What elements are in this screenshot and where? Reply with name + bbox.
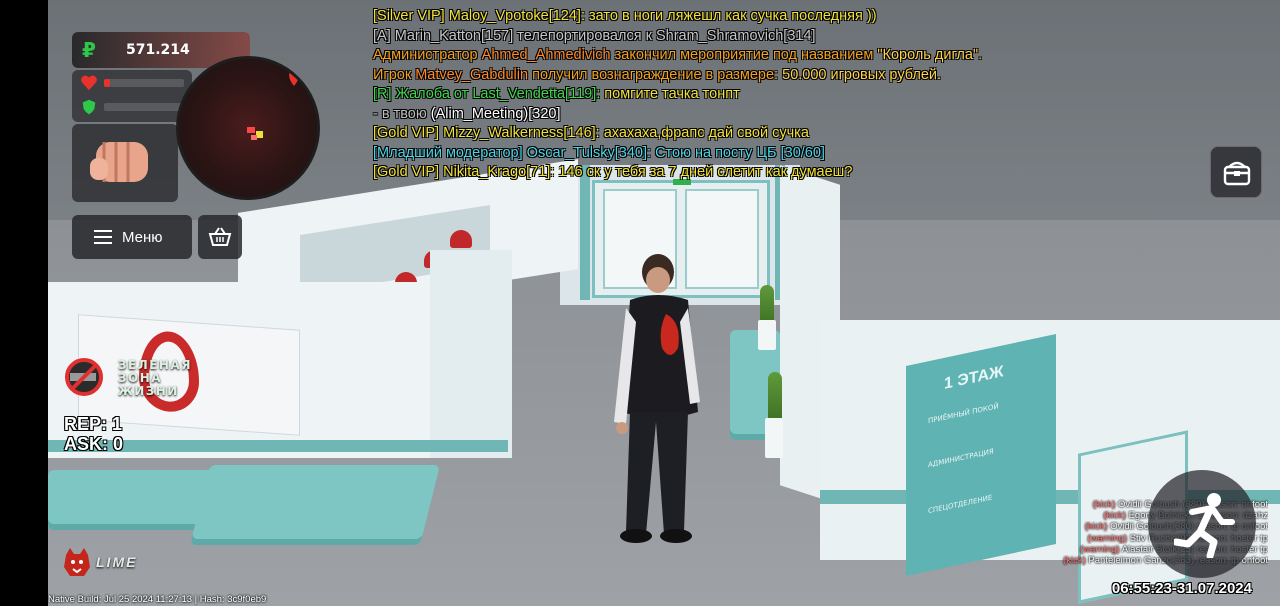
shop-button[interactable] bbox=[198, 215, 242, 259]
no-weapons-icon bbox=[65, 358, 103, 396]
ask-counter: ASK: 0 bbox=[64, 434, 124, 454]
heart-icon bbox=[81, 75, 97, 91]
green-zone-text: ЗЕЛЕНАЯ ЗОНА ЖИЗНИ bbox=[118, 358, 192, 398]
kick-log-tag: (kick) bbox=[1063, 554, 1086, 566]
money-value: 571.214 bbox=[126, 42, 190, 58]
chat-line: [R] Жалоба от Last_Vendetta[119]: помгит… bbox=[373, 85, 1173, 105]
shield-icon bbox=[82, 99, 96, 115]
kick-log-tag: (warning) bbox=[1087, 532, 1128, 544]
chat-line: [Младший модератор] Oscar_Tulsky[340]: С… bbox=[373, 144, 1173, 164]
chat-line: [Gold VIP] Mizzy_Walkerness[146]: ахахах… bbox=[373, 124, 1173, 144]
kick-log-tag: (kick) bbox=[1084, 521, 1108, 533]
chat-log: [Silver VIP] Maloy_Vpotoke[124]: зато в … bbox=[373, 7, 1173, 183]
hamburger-icon bbox=[94, 230, 112, 244]
floor-sign-line: ПРИЁМНЫЙ ПОКОЙ bbox=[928, 402, 999, 426]
potted-plant bbox=[768, 372, 782, 422]
plant-pot bbox=[758, 320, 776, 350]
sprint-button[interactable] bbox=[1148, 470, 1256, 578]
kick-log-tag: (kick) bbox=[1103, 510, 1126, 522]
clock: 06:55:23-31.07.2024 bbox=[1111, 580, 1252, 597]
chat-segment: Matvey_Gabdulin bbox=[415, 66, 529, 83]
chat-segment: получил вознаграждение в размере: bbox=[528, 66, 783, 83]
chest-icon bbox=[1223, 161, 1251, 186]
chat-segment: [Silver VIP] Maloy_Vpotoke[124]: зато в … bbox=[373, 8, 877, 24]
kick-log-tag: (warning) bbox=[1080, 543, 1120, 555]
build-info: Native Build: Jul 25 2024 11:27:13 | Has… bbox=[48, 594, 267, 605]
left-black-bar bbox=[0, 0, 48, 606]
plant-pot bbox=[765, 418, 783, 458]
fist-icon bbox=[90, 142, 148, 182]
health-bar-fill bbox=[104, 79, 111, 87]
inventory-button[interactable] bbox=[1210, 146, 1262, 198]
server-name: LIME bbox=[96, 554, 138, 570]
chat-segment: [Младший модератор] Oscar_Tulsky[340]: С… bbox=[373, 144, 825, 161]
potted-plant bbox=[760, 285, 774, 325]
bear-logo-icon bbox=[64, 548, 90, 576]
chat-segment: [A] Marin_Katton[157] телепортировался к… bbox=[373, 27, 816, 44]
waiting-sofa bbox=[190, 465, 440, 545]
chat-segment: (Alim_Meeting)[320] bbox=[430, 105, 561, 122]
chat-segment: [Gold VIP] Nikita_Krago[71]: 146 ск у те… bbox=[373, 164, 853, 180]
pendant-lamp bbox=[450, 230, 472, 248]
floor-sign-line: АДМИНИСТРАЦИЯ bbox=[928, 447, 994, 470]
basket-icon bbox=[208, 227, 232, 246]
running-man-icon bbox=[1174, 493, 1235, 558]
kick-log-tag: (kick) bbox=[1092, 499, 1116, 510]
chat-segment: [R] Жалоба от Last_Vendetta[119]: bbox=[373, 86, 605, 102]
player-character bbox=[614, 254, 700, 543]
partition-edge bbox=[430, 250, 512, 458]
chat-segment: закончил мероприятие под названием bbox=[610, 47, 878, 63]
chat-segment: - в твою bbox=[373, 105, 431, 122]
server-logo: LIME bbox=[60, 545, 160, 579]
chat-line: Игрок Matvey_Gabdulin получил вознагражд… bbox=[373, 66, 1173, 86]
floor-sign-line: СПЕЦОТДЕЛЕНИЕ bbox=[928, 493, 993, 516]
chat-segment: "Король дигла" bbox=[877, 47, 979, 63]
green-zone-indicator: ЗЕЛЕНАЯ ЗОНА ЖИЗНИ bbox=[56, 355, 190, 399]
chat-segment: Игрок bbox=[373, 66, 416, 83]
chat-line: [A] Marin_Katton[157] телепортировался к… bbox=[373, 27, 1173, 47]
menu-button[interactable]: Меню bbox=[72, 215, 192, 259]
minimap[interactable] bbox=[176, 56, 320, 200]
weapon-slot[interactable] bbox=[72, 124, 178, 202]
rep-counter: REP: 1 bbox=[64, 414, 123, 434]
chat-segment: 50.000 игровых рублей. bbox=[782, 66, 942, 83]
minimap-content bbox=[247, 70, 299, 140]
health-bar bbox=[104, 79, 184, 87]
armor-bar bbox=[104, 103, 184, 111]
waiting-sofa bbox=[48, 470, 218, 530]
health-armor-panel bbox=[72, 70, 192, 122]
chat-line: - в твою (Alim_Meeting)[320] bbox=[373, 105, 1173, 125]
chat-segment: Администратор bbox=[373, 47, 482, 63]
chat-segment: . bbox=[978, 47, 983, 63]
chat-line: Администратор Ahmed_Ahmedivich закончил … bbox=[373, 46, 1173, 66]
chat-segment: помгите тачка тонпт bbox=[604, 86, 740, 102]
chat-segment: Ahmed_Ahmedivich bbox=[481, 47, 611, 63]
menu-button-label: Меню bbox=[122, 228, 163, 246]
chat-line: [Gold VIP] Nikita_Krago[71]: 146 ск у те… bbox=[373, 163, 1173, 183]
floor-sign-title: 1 ЭТАЖ bbox=[944, 363, 1004, 393]
ruble-icon: ₽ bbox=[82, 38, 96, 62]
chat-line: [Silver VIP] Maloy_Vpotoke[124]: зато в … bbox=[373, 7, 1173, 27]
door-frame-left bbox=[580, 165, 590, 300]
chat-segment: [Gold VIP] Mizzy_Walkerness[146]: ахахах… bbox=[373, 125, 809, 141]
